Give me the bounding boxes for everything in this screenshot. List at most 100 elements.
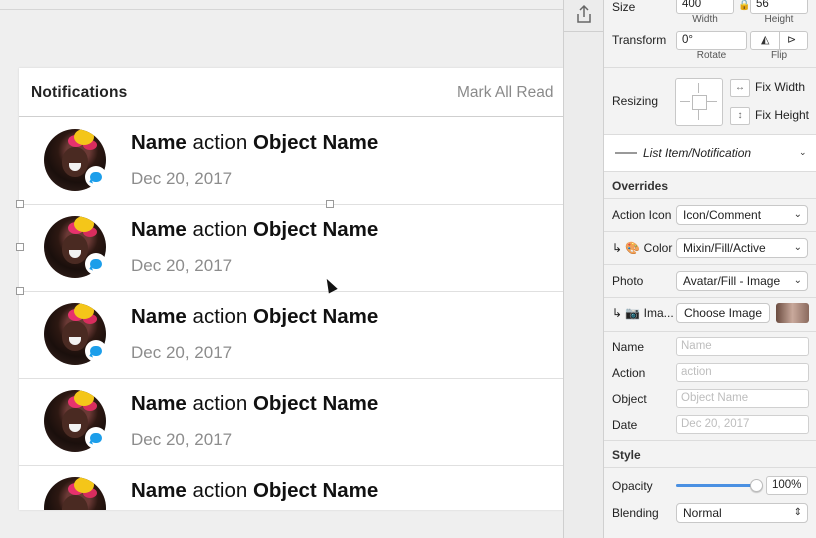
opacity-slider-knob[interactable]	[750, 479, 763, 492]
notification-name: Name	[131, 305, 187, 328]
notification-row[interactable]: Name action Object Name Dec 20, 2017	[19, 117, 563, 205]
name-label: Name	[612, 340, 645, 354]
chevron-down-icon[interactable]: ⌄	[799, 147, 807, 158]
notification-object: Object Name	[252, 392, 379, 415]
photo-value: Avatar/Fill - Image	[683, 274, 781, 288]
selection-handle[interactable]	[326, 200, 334, 208]
fix-height-icon[interactable]: ↕	[730, 107, 750, 125]
overrides-title: Overrides	[612, 179, 669, 193]
notification-date: Dec 20, 2017	[131, 256, 233, 275]
notification-name: Name	[131, 479, 187, 502]
fix-width-label[interactable]: Fix Width	[755, 80, 805, 94]
flip-horizontal-icon[interactable]: ◭	[761, 33, 769, 46]
image-label: ↳ 📷 Ima...	[612, 306, 674, 320]
toolbar-strip	[563, 0, 604, 538]
notification-row[interactable]: Name action Object Name Dec 20, 2017	[19, 291, 563, 379]
choose-image-button[interactable]: Choose Image	[676, 303, 770, 323]
resizing-constraint-widget[interactable]	[675, 78, 723, 126]
opacity-input[interactable]: 100%	[766, 476, 808, 495]
design-canvas[interactable]: Notifications Mark All Read Name action …	[0, 0, 563, 538]
notification-action: action	[192, 131, 248, 154]
blending-label: Blending	[612, 506, 659, 520]
fix-height-label[interactable]: Fix Height	[755, 108, 809, 122]
mark-all-read-link[interactable]: Mark All Read	[457, 84, 553, 102]
blending-select[interactable]: Normal ⇕	[676, 503, 808, 523]
size-label: Size	[612, 0, 636, 14]
opacity-slider[interactable]	[676, 479, 763, 492]
width-input[interactable]: 400	[676, 0, 734, 14]
photo-label: Photo	[612, 274, 644, 288]
comment-icon	[85, 166, 107, 188]
notification-name: Name	[131, 218, 187, 241]
notification-object: Object Name	[252, 479, 379, 502]
selection-handle[interactable]	[16, 200, 24, 208]
notification-action: action	[192, 392, 248, 415]
image-thumbnail[interactable]	[776, 303, 809, 323]
notification-action: action	[192, 479, 248, 502]
date-field[interactable]: Dec 20, 2017	[676, 415, 809, 434]
notification-name: Name	[131, 392, 187, 415]
action-icon-label: Action Icon	[612, 208, 672, 222]
inspector-panel: Size 400 🔒 56 Width Height Transform 0° …	[603, 0, 816, 538]
symbol-icon	[615, 152, 637, 154]
symbol-selector[interactable]: List Item/Notification ⌄	[604, 135, 816, 171]
color-select[interactable]: Mixin/Fill/Active ⌄	[676, 238, 808, 258]
opacity-slider-fill	[676, 484, 756, 487]
height-input[interactable]: 56	[750, 0, 808, 14]
color-value: Mixin/Fill/Active	[683, 241, 766, 255]
notification-name: Name	[131, 131, 187, 154]
flip-control: ◭ ⊳	[750, 31, 808, 50]
notifications-title: Notifications	[31, 84, 128, 101]
notification-date: Dec 20, 2017	[131, 343, 233, 362]
up-down-chevron-icon: ⇕	[793, 507, 802, 518]
action-field[interactable]: action	[676, 363, 809, 382]
fix-width-icon[interactable]: ↔	[730, 79, 750, 97]
comment-icon	[85, 427, 107, 449]
flip-vertical-icon[interactable]: ⊳	[787, 33, 796, 46]
symbol-name: List Item/Notification	[643, 146, 752, 160]
notification-text: Name action Object Name	[131, 479, 378, 503]
object-field[interactable]: Object Name	[676, 389, 809, 408]
notifications-header: Notifications Mark All Read	[19, 68, 563, 117]
comment-icon	[85, 253, 107, 275]
notification-row[interactable]: Name action Object Name Dec 20, 2017	[19, 378, 563, 466]
chevron-down-icon: ⌄	[793, 275, 802, 286]
notification-row[interactable]: Name action Object Name	[19, 465, 563, 510]
notification-text: Name action Object Name	[131, 305, 378, 329]
color-label: ↳ 🎨 Color	[612, 241, 673, 255]
chevron-down-icon: ⌄	[793, 209, 802, 220]
chevron-down-icon: ⌄	[793, 242, 802, 253]
opacity-label: Opacity	[612, 479, 653, 493]
object-label: Object	[612, 392, 647, 406]
notification-action: action	[192, 218, 248, 241]
export-icon[interactable]	[573, 3, 595, 25]
action-icon-value: Icon/Comment	[683, 208, 762, 222]
comment-icon	[85, 340, 107, 362]
resizing-label: Resizing	[612, 94, 659, 108]
blending-value: Normal	[683, 506, 722, 520]
flip-caption: Flip	[770, 50, 788, 61]
avatar	[44, 477, 106, 510]
notification-text: Name action Object Name	[131, 392, 378, 416]
canvas-divider	[0, 9, 563, 10]
notification-object: Object Name	[252, 131, 379, 154]
notification-action: action	[192, 305, 248, 328]
notification-row[interactable]: Name action Object Name Dec 20, 2017	[19, 204, 563, 292]
transform-label: Transform	[612, 33, 667, 47]
height-caption: Height	[764, 14, 794, 25]
selection-handle[interactable]	[16, 287, 24, 295]
width-caption: Width	[692, 14, 718, 25]
lock-icon[interactable]: 🔒	[738, 0, 750, 11]
name-field[interactable]: Name	[676, 337, 809, 356]
notification-date: Dec 20, 2017	[131, 169, 233, 188]
rotate-input[interactable]: 0°	[676, 31, 747, 50]
action-icon-select[interactable]: Icon/Comment ⌄	[676, 205, 808, 225]
notification-date: Dec 20, 2017	[131, 430, 233, 449]
rotate-caption: Rotate	[696, 50, 727, 61]
date-label: Date	[612, 418, 638, 432]
notification-object: Object Name	[252, 305, 379, 328]
photo-select[interactable]: Avatar/Fill - Image ⌄	[676, 271, 808, 291]
notifications-artboard[interactable]: Notifications Mark All Read Name action …	[19, 68, 563, 510]
action-label: Action	[612, 366, 646, 380]
selection-handle[interactable]	[16, 243, 24, 251]
